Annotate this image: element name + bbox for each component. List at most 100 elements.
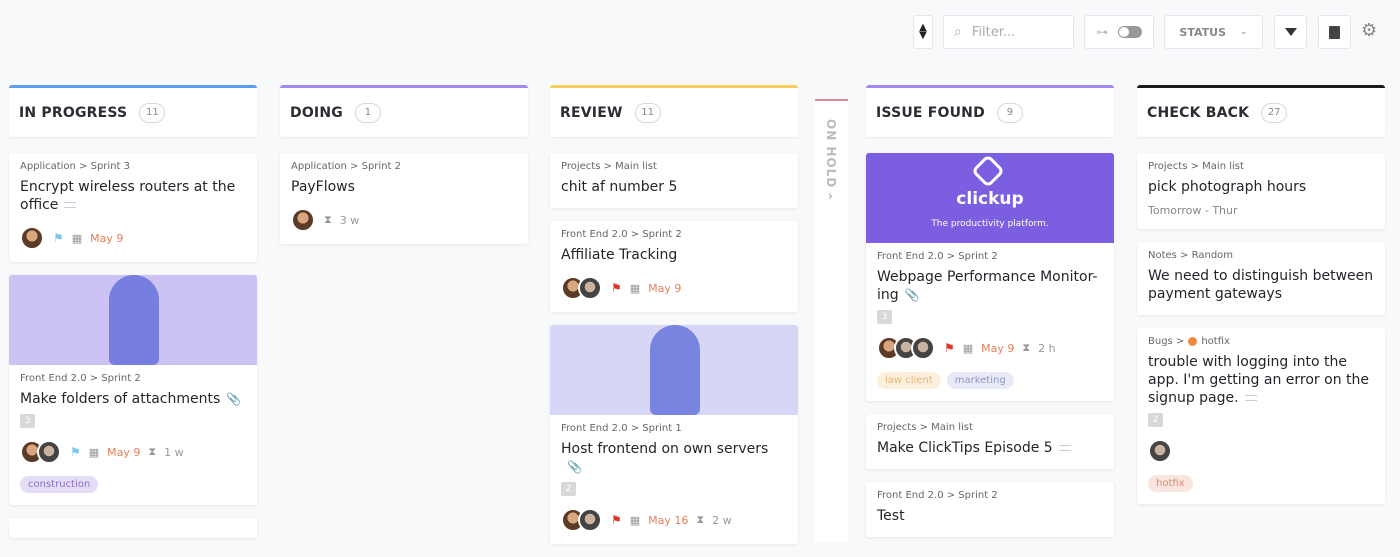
card-breadcrumb[interactable]: Notes > Random bbox=[1148, 250, 1374, 261]
card-breadcrumb[interactable]: Front End 2.0 > Sprint 2 bbox=[877, 490, 1103, 501]
card-breadcrumb[interactable]: Bugs > hotfix bbox=[1148, 336, 1374, 347]
hourglass-icon: ⧗ bbox=[696, 513, 705, 526]
column-on-hold-collapsed[interactable]: ON HOLD › bbox=[815, 99, 848, 543]
card-title[interactable]: PayFlows bbox=[291, 178, 517, 196]
priority-flag-icon[interactable]: ⚑ bbox=[70, 445, 81, 459]
avatar[interactable] bbox=[578, 508, 602, 532]
card-title[interactable]: Make ClickTips Episode 5 bbox=[877, 439, 1103, 457]
card-body: Front End 2.0 > Sprint 2 Test bbox=[866, 482, 1114, 537]
avatar[interactable] bbox=[911, 336, 935, 360]
task-card[interactable]: Projects > Main list pick photograph hour… bbox=[1137, 153, 1385, 229]
assignees[interactable] bbox=[1148, 439, 1172, 463]
task-card[interactable]: Application > Sprint 2 PayFlows ⧗ 3 w bbox=[280, 153, 528, 244]
tag[interactable]: marketing bbox=[946, 372, 1014, 389]
card-breadcrumb[interactable]: Front End 2.0 > Sprint 2 bbox=[561, 229, 787, 240]
card-meta: ⧗ 3 w bbox=[291, 208, 517, 232]
filter-button[interactable] bbox=[1274, 15, 1307, 49]
avatar[interactable] bbox=[1148, 439, 1172, 463]
column-title: CHECK BACK bbox=[1147, 104, 1250, 121]
task-card[interactable]: Front End 2.0 > Sprint 1 Host frontend on… bbox=[550, 325, 798, 544]
breadcrumb-path: Notes > Random bbox=[1148, 250, 1234, 261]
save-view-button[interactable] bbox=[1318, 15, 1351, 49]
card-title[interactable]: trouble with logging into the app. I'm g… bbox=[1148, 353, 1374, 407]
card-title[interactable]: Host frontend on own servers 📎 bbox=[561, 440, 787, 476]
due-date[interactable]: May 16 bbox=[648, 514, 688, 527]
calendar-icon: ▦ bbox=[629, 281, 641, 295]
card-title[interactable]: We need to distinguish between payment g… bbox=[1148, 267, 1374, 303]
card-title[interactable]: Encrypt wireless routers at the office bbox=[20, 178, 246, 214]
time-estimate[interactable]: 2 h bbox=[1038, 342, 1055, 355]
sort-toggle-button[interactable]: ▲ ▼ bbox=[913, 15, 933, 49]
task-card[interactable]: Projects > Main list Make ClickTips Episo… bbox=[866, 414, 1114, 469]
task-card[interactable]: Bugs > hotfix trouble with logging into th… bbox=[1137, 328, 1385, 504]
task-card[interactable]: Application > Sprint 3 Encrypt wireless r… bbox=[9, 153, 257, 262]
column-header[interactable]: ISSUE FOUND 9 bbox=[866, 85, 1114, 137]
calendar-icon: ▦ bbox=[629, 513, 641, 527]
priority-flag-icon[interactable]: ⚑ bbox=[53, 231, 64, 245]
card-title[interactable]: pick photograph hours bbox=[1148, 178, 1374, 196]
breadcrumb-path: Application > Sprint 2 bbox=[291, 161, 401, 172]
card-title[interactable]: Affiliate Tracking bbox=[561, 246, 787, 264]
column-header[interactable]: IN PROGRESS 11 bbox=[9, 85, 257, 137]
priority-flag-icon[interactable]: ⚑ bbox=[611, 513, 622, 527]
card-title[interactable]: chit af number 5 bbox=[561, 178, 787, 196]
tag[interactable]: law client bbox=[877, 372, 941, 389]
assignees[interactable] bbox=[561, 276, 602, 300]
task-card[interactable]: Projects > Main list chit af number 5 bbox=[550, 153, 798, 208]
card-breadcrumb[interactable]: Application > Sprint 2 bbox=[291, 161, 517, 172]
card-breadcrumb[interactable]: Front End 2.0 > Sprint 2 bbox=[877, 251, 1103, 262]
due-date[interactable]: May 9 bbox=[90, 232, 123, 245]
time-estimate[interactable]: 1 w bbox=[164, 446, 184, 459]
assignees[interactable] bbox=[877, 336, 935, 360]
due-date[interactable]: May 9 bbox=[107, 446, 140, 459]
assignees[interactable] bbox=[20, 226, 44, 250]
card-title[interactable]: Test bbox=[877, 507, 1103, 525]
tag[interactable]: hotfix bbox=[1148, 475, 1193, 492]
group-by-status-dropdown[interactable]: STATUS ⌄ bbox=[1164, 15, 1263, 49]
assignees[interactable] bbox=[561, 508, 602, 532]
column-count-badge: 11 bbox=[139, 102, 166, 123]
task-card[interactable]: Notes > Random We need to distinguish bet… bbox=[1137, 242, 1385, 315]
card-breadcrumb[interactable]: Projects > Main list bbox=[877, 422, 1103, 433]
avatar[interactable] bbox=[578, 276, 602, 300]
time-estimate[interactable]: 2 w bbox=[712, 514, 732, 527]
due-date[interactable]: May 9 bbox=[981, 342, 1014, 355]
task-card[interactable]: Front End 2.0 > Sprint 2 Test bbox=[866, 482, 1114, 537]
card-breadcrumb[interactable]: Projects > Main list bbox=[561, 161, 787, 172]
avatar[interactable] bbox=[37, 440, 61, 464]
tag[interactable]: construction bbox=[20, 476, 99, 493]
card-title[interactable]: Make folders of attachments 📎 bbox=[20, 390, 246, 408]
task-card[interactable]: clickup The productivity platform. Front E… bbox=[866, 153, 1114, 401]
card-title[interactable]: Webpage Performance Monitor-ing 📎 bbox=[877, 268, 1103, 304]
assignees[interactable] bbox=[291, 208, 315, 232]
card-title-text: Host frontend on own servers bbox=[561, 441, 769, 457]
avatar[interactable] bbox=[20, 226, 44, 250]
subtask-count-badge[interactable]: 3 bbox=[20, 414, 35, 428]
column-header[interactable]: DOING 1 bbox=[280, 85, 528, 137]
card-list: clickup The productivity platform. Front E… bbox=[866, 153, 1114, 537]
avatar[interactable] bbox=[291, 208, 315, 232]
subtask-count-badge[interactable]: 2 bbox=[561, 482, 576, 496]
card-breadcrumb[interactable]: Projects > Main list bbox=[1148, 161, 1374, 172]
task-card[interactable]: Front End 2.0 > Sprint 2 Make folders of … bbox=[9, 275, 257, 505]
settings-gear-icon[interactable]: ⚙ bbox=[1361, 20, 1377, 41]
card-breadcrumb[interactable]: Application > Sprint 3 bbox=[20, 161, 246, 172]
breadcrumb-path: Front End 2.0 > Sprint 1 bbox=[561, 423, 682, 434]
column-header[interactable]: REVIEW 11 bbox=[550, 85, 798, 137]
breadcrumb-path: Front End 2.0 > Sprint 2 bbox=[20, 373, 141, 384]
card-breadcrumb[interactable]: Front End 2.0 > Sprint 2 bbox=[20, 373, 246, 384]
subtask-count-badge[interactable]: 3 bbox=[877, 310, 892, 324]
priority-flag-icon[interactable]: ⚑ bbox=[944, 341, 955, 355]
due-date[interactable]: May 9 bbox=[648, 282, 681, 295]
subtask-count-badge[interactable]: 2 bbox=[1148, 413, 1163, 427]
task-card[interactable] bbox=[9, 518, 257, 538]
task-card[interactable]: Front End 2.0 > Sprint 2 Affiliate Tracki… bbox=[550, 221, 798, 312]
subtasks-toggle[interactable]: ⊶ bbox=[1084, 15, 1154, 49]
card-breadcrumb[interactable]: Front End 2.0 > Sprint 1 bbox=[561, 423, 787, 434]
time-estimate[interactable]: 3 w bbox=[340, 214, 360, 227]
toggle-switch[interactable] bbox=[1118, 26, 1142, 38]
priority-flag-icon[interactable]: ⚑ bbox=[611, 281, 622, 295]
assignees[interactable] bbox=[20, 440, 61, 464]
filter-input[interactable]: ⌕ Filter... bbox=[943, 15, 1074, 49]
column-header[interactable]: CHECK BACK 27 bbox=[1137, 85, 1385, 137]
